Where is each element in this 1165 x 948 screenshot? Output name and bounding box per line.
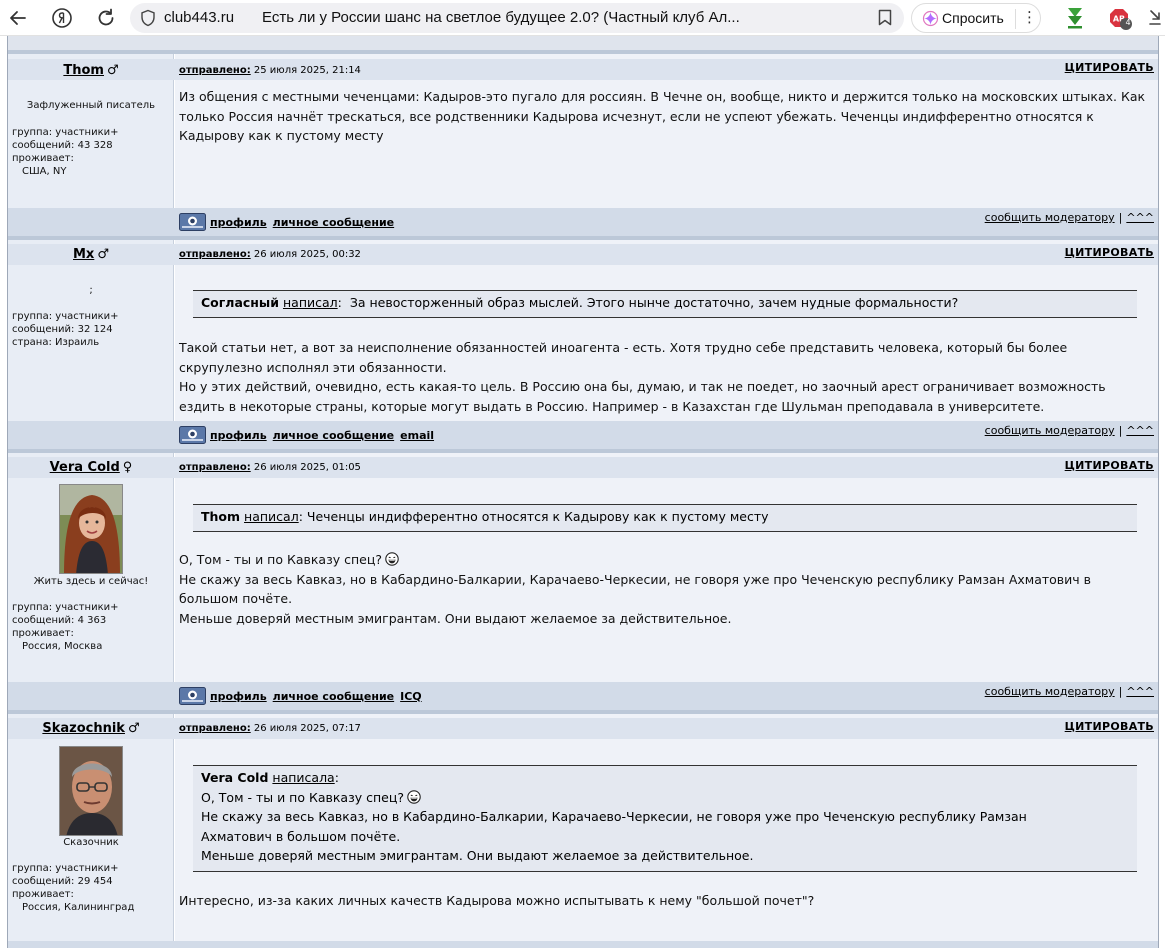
quoted-message: Thom написал: Чеченцы индифферентно отно… bbox=[193, 504, 1137, 532]
pm-link[interactable]: личное сообщение bbox=[273, 690, 394, 703]
post-text: Такой статьи нет, а вот за неисполнение … bbox=[179, 340, 1106, 414]
gender-male-icon: ♂ bbox=[127, 721, 140, 736]
quote-author[interactable]: Согласный bbox=[201, 295, 279, 310]
post-date: отправлено: 26 июля 2025, 00:32 bbox=[179, 249, 361, 260]
post-date: отправлено: 25 июля 2025, 21:14 bbox=[179, 65, 361, 76]
quote-button[interactable]: ЦИТИРОВАТЬ bbox=[1065, 246, 1154, 259]
quote-button[interactable]: ЦИТИРОВАТЬ bbox=[1065, 61, 1154, 74]
ask-ai-label: Спросить bbox=[942, 10, 1004, 26]
user-info: группа: участники+ сообщений: 43 328 про… bbox=[12, 127, 119, 177]
post-actions: профиль личное сообщение ICQ bbox=[179, 686, 424, 706]
post-footer bbox=[8, 941, 1158, 948]
previous-post-footer bbox=[8, 36, 1158, 50]
profile-link[interactable]: профиль bbox=[210, 690, 267, 703]
quoted-message: Согласный написал: За невосторженный обр… bbox=[193, 290, 1137, 318]
bookmark-icon[interactable] bbox=[878, 9, 892, 26]
post-moderation: сообщить модератору | ^^^ bbox=[984, 211, 1154, 224]
more-vertical-icon[interactable]: ⋮ bbox=[1022, 8, 1037, 26]
quote-author[interactable]: Thom bbox=[201, 509, 240, 524]
user-info: группа: участники+ сообщений: 29 454 про… bbox=[12, 863, 135, 913]
post-text: О, Том - ты и по Кавказу спец? Не скажу … bbox=[179, 552, 1091, 626]
address-domain: club443.ru bbox=[164, 9, 235, 26]
email-link[interactable]: email bbox=[400, 429, 434, 442]
quote-button[interactable]: ЦИТИРОВАТЬ bbox=[1065, 459, 1154, 472]
profile-link[interactable]: профиль bbox=[210, 216, 267, 229]
back-arrow-icon[interactable] bbox=[6, 6, 30, 30]
quote-wrote-link[interactable]: написал bbox=[244, 509, 299, 524]
go-top-link[interactable]: ^^^ bbox=[1126, 685, 1154, 698]
post-username[interactable]: Vera Cold ♀ bbox=[8, 460, 174, 475]
report-link[interactable]: сообщить модератору bbox=[985, 685, 1115, 698]
post-username[interactable]: Mx ♂ bbox=[8, 247, 174, 262]
pm-link[interactable]: личное сообщение bbox=[273, 429, 394, 442]
post-username[interactable]: Skazochnik ♂ bbox=[8, 721, 174, 736]
ask-ai-button[interactable]: Спросить ⋮ bbox=[911, 3, 1041, 33]
user-rank-title: Зафлуженный писатель bbox=[26, 100, 156, 111]
yandex-logo-icon[interactable] bbox=[50, 6, 74, 30]
save-page-icon[interactable] bbox=[1148, 8, 1162, 28]
post-moderation: сообщить модератору | ^^^ bbox=[984, 685, 1154, 698]
report-link[interactable]: сообщить модератору bbox=[985, 211, 1115, 224]
reload-icon[interactable] bbox=[94, 6, 118, 30]
forum-thread: Thom ♂ Зафлуженный писатель группа: участ… bbox=[7, 36, 1159, 948]
pm-link[interactable]: личное сообщение bbox=[273, 216, 394, 229]
post-actions: профиль личное сообщение bbox=[179, 212, 396, 232]
profile-card-icon[interactable] bbox=[179, 687, 206, 705]
browser-toolbar: club443.ru Есть ли у России шанс на свет… bbox=[0, 0, 1165, 36]
gender-male-icon: ♂ bbox=[106, 63, 119, 78]
address-bar[interactable]: club443.ru Есть ли у России шанс на свет… bbox=[130, 3, 904, 33]
adblock-badge: 4 bbox=[1125, 18, 1131, 27]
site-info-icon[interactable] bbox=[138, 8, 158, 28]
ask-separator bbox=[1015, 9, 1016, 29]
user-rank-title: Жить здесь и сейчас! bbox=[33, 576, 149, 587]
user-rank-title: ; bbox=[89, 285, 93, 296]
user-rank-title: Сказочник bbox=[63, 837, 119, 848]
quote-author[interactable]: Vera Cold bbox=[201, 770, 268, 785]
post-date: отправлено: 26 июля 2025, 07:17 bbox=[179, 723, 361, 734]
post-username[interactable]: Thom ♂ bbox=[8, 63, 174, 78]
profile-card-icon[interactable] bbox=[179, 213, 206, 231]
icq-link[interactable]: ICQ bbox=[400, 690, 422, 703]
post-date: отправлено: 26 июля 2025, 01:05 bbox=[179, 462, 361, 473]
profile-link[interactable]: профиль bbox=[210, 429, 267, 442]
download-extension-icon[interactable] bbox=[1064, 6, 1086, 30]
avatar[interactable] bbox=[59, 484, 123, 574]
gender-female-icon: ♀ bbox=[122, 460, 133, 475]
user-info: группа: участники+ сообщений: 32 124 стр… bbox=[12, 311, 119, 348]
adblock-extension-icon[interactable]: AB 4 bbox=[1107, 7, 1133, 31]
quoted-message: Vera Cold написала: О, Том - ты и по Кав… bbox=[193, 765, 1137, 872]
post-moderation: сообщить модератору | ^^^ bbox=[984, 424, 1154, 437]
post-text: Интересно, из-за каких личных качеств Ка… bbox=[179, 893, 815, 908]
report-link[interactable]: сообщить модератору bbox=[985, 424, 1115, 437]
go-top-link[interactable]: ^^^ bbox=[1126, 424, 1154, 437]
user-info: группа: участники+ сообщений: 4 363 прож… bbox=[12, 602, 119, 652]
go-top-link[interactable]: ^^^ bbox=[1126, 211, 1154, 224]
laughing-smiley-icon bbox=[407, 789, 421, 804]
quote-wrote-link[interactable]: написал bbox=[283, 295, 338, 310]
profile-card-icon[interactable] bbox=[179, 426, 206, 444]
post-text: Из общения с местными чеченцами: Кадыров… bbox=[179, 89, 1146, 143]
avatar[interactable] bbox=[59, 746, 123, 836]
quote-wrote-link[interactable]: написала bbox=[272, 770, 334, 785]
gender-male-icon: ♂ bbox=[97, 247, 109, 262]
quote-button[interactable]: ЦИТИРОВАТЬ bbox=[1065, 720, 1154, 733]
laughing-smiley-icon bbox=[385, 552, 399, 566]
post-actions: профиль личное сообщение email bbox=[179, 425, 436, 445]
ai-sparkle-icon bbox=[922, 10, 939, 27]
page-tab-title: Есть ли у России шанс на светлое будущее… bbox=[262, 9, 740, 26]
